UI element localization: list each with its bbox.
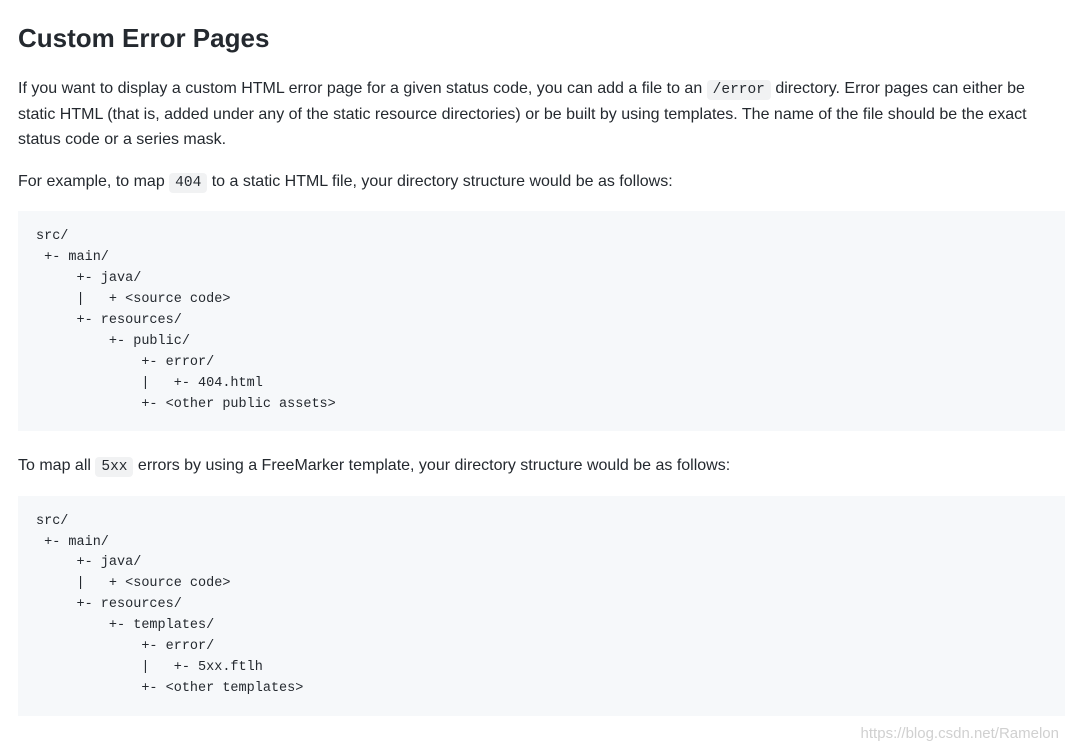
para-3-text-b: errors by using a FreeMarker template, y…: [133, 457, 730, 474]
watermark-text: https://blog.csdn.net/Ramelon: [861, 722, 1059, 746]
para-2-text-a: For example, to map: [18, 173, 169, 190]
section-heading: Custom Error Pages: [18, 18, 1065, 60]
para-2: For example, to map 404 to a static HTML…: [18, 169, 1065, 195]
para-3: To map all 5xx errors by using a FreeMar…: [18, 453, 1065, 479]
inline-code-404: 404: [169, 173, 207, 193]
inline-code-5xx: 5xx: [95, 457, 133, 477]
code-block-structure-404: src/ +- main/ +- java/ | + <source code>…: [18, 211, 1065, 431]
para-1-text-a: If you want to display a custom HTML err…: [18, 80, 707, 97]
para-2-text-b: to a static HTML file, your directory st…: [207, 173, 672, 190]
inline-code-error-dir: /error: [707, 80, 771, 100]
para-3-text-a: To map all: [18, 457, 95, 474]
para-1: If you want to display a custom HTML err…: [18, 76, 1065, 153]
code-block-structure-5xx: src/ +- main/ +- java/ | + <source code>…: [18, 496, 1065, 716]
